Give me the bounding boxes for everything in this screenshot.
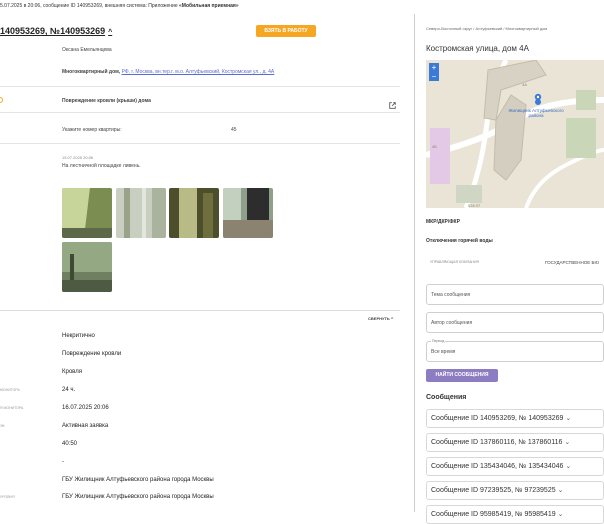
management-label: УПРАВЛЯЮЩАЯ КОМПАНИЯ bbox=[430, 260, 480, 264]
problem-title: Повреждение кровли (крыши) дома bbox=[62, 98, 151, 104]
map-label-4b: 4Б bbox=[432, 144, 437, 149]
message-item-label: Сообщение ID 140953269, № 140953269 bbox=[431, 415, 564, 422]
message-item[interactable]: Сообщение ID 95985419, № 95985419 ⌄ bbox=[426, 505, 604, 524]
period-value: Все время bbox=[431, 349, 456, 355]
divider bbox=[0, 310, 400, 311]
detail-row-value: 16.07.2025 20:06 bbox=[62, 405, 109, 411]
chevron-up-icon[interactable]: ^ bbox=[108, 29, 112, 36]
external-link-icon[interactable] bbox=[389, 96, 396, 109]
header-meta-app: «Мобильная приемная» bbox=[179, 3, 239, 9]
detail-row-value: 24 ч. bbox=[62, 387, 76, 393]
divider bbox=[0, 143, 400, 144]
message-item-label: Сообщение ID 137860116, № 137860116 bbox=[431, 439, 563, 446]
zoom-out-button[interactable]: − bbox=[429, 72, 439, 81]
pane-divider bbox=[414, 14, 415, 512]
object-type: Многоквартирный дом, bbox=[62, 69, 121, 75]
photo-thumbnail[interactable] bbox=[116, 188, 166, 238]
detail-row-value: Некритично bbox=[62, 333, 95, 339]
map-label-corner: 528 07 bbox=[468, 203, 481, 208]
status-indicator bbox=[0, 97, 3, 103]
collapse-toggle[interactable]: СВЕРНУТЬ ^ bbox=[368, 316, 393, 321]
header-meta: 5.07.2025 в 20:06, сообщение ID 14095326… bbox=[0, 3, 239, 9]
detail-row-label: МОНИТОРА bbox=[0, 388, 20, 392]
message-item-label: Сообщение ID 135434046, № 135434046 bbox=[431, 463, 564, 470]
breadcrumb: Северо-Восточный округ / Алтуфьевский / … bbox=[426, 26, 548, 31]
outage-info: Отключения горячей воды bbox=[426, 238, 493, 244]
take-to-work-button[interactable]: ВЗЯТЬ В РАБОТУ bbox=[256, 25, 316, 37]
find-messages-button[interactable]: НАЙТИ СООБЩЕНИЯ bbox=[426, 369, 498, 382]
period-select[interactable]: Период Все время bbox=[426, 339, 604, 362]
detail-row-label: ЭК bbox=[0, 424, 5, 428]
messages-title: Сообщения bbox=[426, 394, 467, 401]
detail-row-label: Я МОНИТОРА bbox=[0, 406, 24, 410]
object-line: Многоквартирный дом, РФ, г. Москва, вн.т… bbox=[62, 69, 274, 75]
detail-row-value: 40:50 bbox=[62, 441, 78, 447]
header-meta-text: 5.07.2025 в 20:06, сообщение ID 14095326… bbox=[0, 3, 180, 9]
comment-date: 15.07.2025 20:06 bbox=[62, 155, 94, 160]
detail-row-value: Повреждение кровли bbox=[62, 351, 122, 357]
message-item[interactable]: Сообщение ID 140953269, № 140953269 ⌄ bbox=[426, 409, 604, 428]
chevron-down-icon: ⌄ bbox=[562, 439, 571, 446]
message-item-label: Сообщение ID 97239525, № 97239525 bbox=[431, 487, 556, 494]
photo-thumbnail[interactable] bbox=[223, 188, 273, 238]
comment-text: На лестничной площадке ливень. bbox=[62, 163, 141, 169]
chevron-up-icon: ^ bbox=[390, 316, 394, 321]
author-placeholder: Автор сообщения bbox=[431, 320, 473, 326]
photo-thumbnail[interactable] bbox=[169, 188, 219, 238]
message-item[interactable]: Сообщение ID 137860116, № 137860116 ⌄ bbox=[426, 433, 604, 452]
author-name: Оксана Емельянцева bbox=[62, 47, 112, 53]
management-value: ГОСУДАРСТВЕННОЕ БЮ bbox=[545, 260, 600, 265]
object-address-link[interactable]: РФ, г. Москва, вн.тер.г. м.о. Алтуфьевск… bbox=[122, 69, 275, 75]
photo-thumbnail[interactable] bbox=[62, 188, 112, 238]
photo-thumbnail[interactable] bbox=[62, 242, 112, 292]
zoom-in-button[interactable]: + bbox=[429, 63, 439, 72]
topic-placeholder: Тема сообщения bbox=[431, 292, 471, 298]
apartment-value: 45 bbox=[231, 127, 237, 133]
detail-row-value: ГБУ Жилищник Алтуфьевского района города… bbox=[62, 494, 214, 500]
map-label-4a: 4А bbox=[522, 82, 527, 87]
map-pin-icon[interactable] bbox=[534, 88, 542, 101]
chevron-down-icon: ⌄ bbox=[555, 511, 564, 518]
detail-row-value: Кровля bbox=[62, 369, 82, 375]
collapse-label: СВЕРНУТЬ bbox=[368, 316, 390, 321]
detail-row-label: УРОВНЯ bbox=[0, 495, 15, 499]
divider bbox=[0, 86, 400, 87]
page-title-text: 140953269, №140953269 bbox=[0, 26, 106, 36]
author-input[interactable]: Автор сообщения bbox=[426, 312, 604, 333]
house-type: МКР/ДКР/ФКР bbox=[426, 219, 460, 225]
detail-row-value: Активная заявка bbox=[62, 423, 109, 429]
message-item-label: Сообщение ID 95985419, № 95985419 bbox=[431, 511, 556, 518]
divider bbox=[0, 112, 400, 113]
message-item[interactable]: Сообщение ID 97239525, № 97239525 ⌄ bbox=[426, 481, 604, 500]
house-address: Костромская улица, дом 4А bbox=[426, 44, 529, 53]
detail-row-value: ГБУ Жилищник Алтуфьевского района города… bbox=[62, 477, 214, 483]
message-item[interactable]: Сообщение ID 135434046, № 135434046 ⌄ bbox=[426, 457, 604, 476]
chevron-down-icon: ⌄ bbox=[563, 463, 572, 470]
location-map[interactable]: + − Жилищник Алтуфьевского района 4А 4Б … bbox=[426, 60, 604, 208]
chevron-down-icon: ⌄ bbox=[555, 487, 564, 494]
topic-input[interactable]: Тема сообщения bbox=[426, 284, 604, 305]
detail-row-value: - bbox=[62, 459, 64, 465]
map-label-district: Жилищник Алтуфьевского района bbox=[508, 108, 564, 118]
apartment-label: Укажите номер квартиры: bbox=[62, 127, 122, 133]
page-title: 140953269, №140953269 ^ bbox=[0, 26, 112, 36]
period-label: Период bbox=[431, 339, 446, 344]
chevron-down-icon: ⌄ bbox=[563, 415, 572, 422]
